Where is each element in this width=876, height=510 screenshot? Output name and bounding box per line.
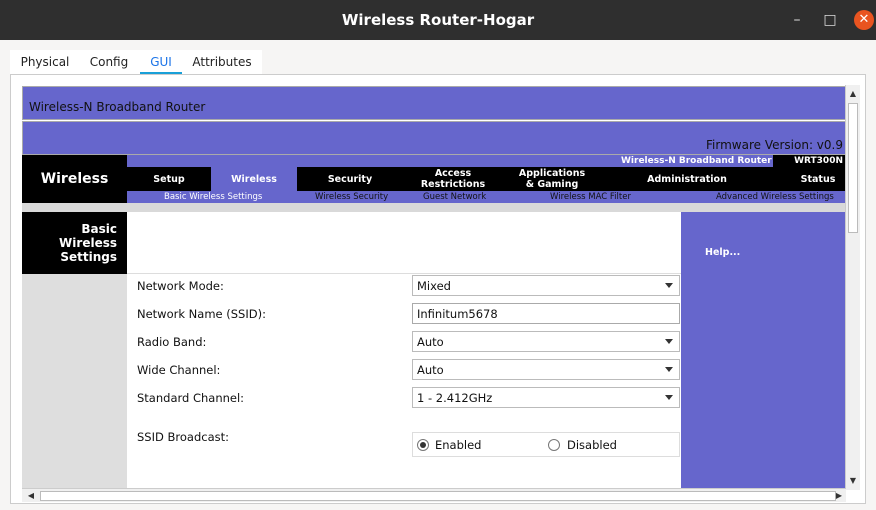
standard-channel-label: Standard Channel:	[137, 391, 245, 405]
subnav-advanced-wireless[interactable]: Advanced Wireless Settings	[716, 191, 834, 203]
chevron-down-icon	[665, 395, 673, 400]
ssid-broadcast-group: Enabled Disabled	[412, 432, 680, 457]
tab-attributes[interactable]: Attributes	[188, 50, 256, 74]
wide-channel-select[interactable]: Auto	[412, 359, 680, 380]
nav-applications-gaming[interactable]: Applications & Gaming	[503, 167, 601, 191]
broadcast-disabled-radio[interactable]	[548, 439, 560, 451]
broadcast-enabled-radio[interactable]	[417, 439, 429, 451]
nav-administration[interactable]: Administration	[630, 167, 744, 191]
section-title: Wireless	[40, 171, 109, 187]
ssid-broadcast-label: SSID Broadcast:	[137, 430, 229, 444]
standard-channel-value: 1 - 2.412GHz	[417, 391, 493, 405]
window-title: Wireless Router-Hogar	[341, 11, 535, 29]
nav-separator	[22, 203, 846, 212]
ssid-input[interactable]: Infinitum5678	[412, 303, 680, 324]
vertical-scroll-thumb[interactable]	[848, 103, 858, 233]
subnav-basic-wireless[interactable]: Basic Wireless Settings	[164, 191, 262, 203]
divider	[127, 273, 681, 274]
subnav-wireless-security[interactable]: Wireless Security	[315, 191, 388, 203]
vertical-scrollbar[interactable]: ▲ ▼	[845, 85, 860, 490]
model-name: WRT300N	[773, 155, 846, 167]
scroll-right-icon[interactable]: ▶	[832, 489, 846, 503]
network-mode-label: Network Mode:	[137, 279, 224, 293]
nav-setup[interactable]: Setup	[127, 167, 211, 191]
tab-physical[interactable]: Physical	[14, 50, 76, 74]
scroll-down-icon[interactable]: ▼	[846, 474, 860, 488]
tab-gui[interactable]: GUI	[140, 50, 182, 75]
wide-channel-label: Wide Channel:	[137, 363, 221, 377]
chevron-down-icon	[665, 367, 673, 372]
page-title: Basic Wireless Settings	[22, 212, 127, 274]
radio-band-select[interactable]: Auto	[412, 331, 680, 352]
maximize-icon[interactable]: □	[820, 10, 840, 30]
subnav-guest-network[interactable]: Guest Network	[423, 191, 486, 203]
left-column	[22, 274, 127, 488]
window-titlebar: Wireless Router-Hogar – □ ✕	[0, 0, 876, 40]
ssid-label: Network Name (SSID):	[137, 307, 266, 321]
help-link[interactable]: Help...	[705, 247, 740, 258]
product-name: Wireless-N Broadband Router	[621, 156, 772, 166]
router-header: Wireless-N Broadband Router	[22, 86, 846, 120]
scroll-up-icon[interactable]: ▲	[846, 87, 860, 101]
horizontal-scroll-thumb[interactable]	[40, 491, 836, 501]
close-icon[interactable]: ✕	[854, 10, 874, 30]
broadcast-enabled-label: Enabled	[435, 438, 482, 452]
scroll-left-icon[interactable]: ◀	[24, 489, 38, 503]
nav-access-restrictions[interactable]: Access Restrictions	[405, 167, 501, 191]
firmware-version: Firmware Version: v0.9	[706, 138, 843, 152]
minimize-icon[interactable]: –	[787, 10, 807, 30]
network-mode-value: Mixed	[417, 279, 451, 293]
radio-band-label: Radio Band:	[137, 335, 207, 349]
standard-channel-select[interactable]: 1 - 2.412GHz	[412, 387, 680, 408]
broadcast-disabled-label: Disabled	[567, 438, 617, 452]
help-panel: Help...	[681, 212, 846, 488]
chevron-down-icon	[665, 283, 673, 288]
horizontal-scrollbar[interactable]: ◀ ▶	[22, 488, 846, 502]
nav-status[interactable]: Status	[790, 167, 846, 191]
router-header-title: Wireless-N Broadband Router	[29, 100, 206, 114]
radio-band-value: Auto	[417, 335, 444, 349]
chevron-down-icon	[665, 339, 673, 344]
wide-channel-value: Auto	[417, 363, 444, 377]
router-firmware-bar: Firmware Version: v0.9	[22, 121, 846, 155]
subnav-mac-filter[interactable]: Wireless MAC Filter	[550, 191, 631, 203]
nav-security[interactable]: Security	[300, 167, 400, 191]
nav-wireless[interactable]: Wireless	[211, 167, 297, 191]
tab-config[interactable]: Config	[82, 50, 136, 74]
network-mode-select[interactable]: Mixed	[412, 275, 680, 296]
